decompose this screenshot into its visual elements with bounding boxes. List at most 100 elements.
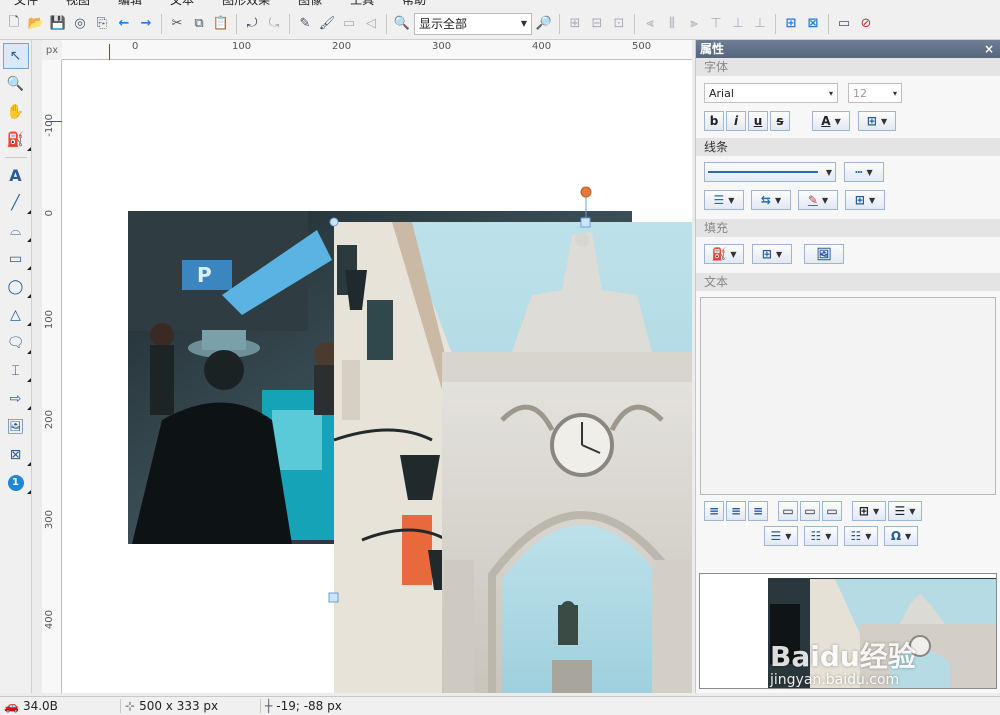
flip-back-icon[interactable]: ⤿ xyxy=(264,14,284,34)
resize-handle-left[interactable] xyxy=(328,592,339,603)
numbered-list-button[interactable]: ☷ ▼ xyxy=(844,526,878,546)
underline-button[interactable]: u xyxy=(748,111,768,131)
text-editor-area[interactable] xyxy=(700,297,996,495)
align-right-icon[interactable]: ⫸ xyxy=(684,14,704,34)
polygon-tool-icon[interactable]: ⌓ xyxy=(3,218,31,244)
align-right-icon[interactable]: ≡ xyxy=(748,501,768,521)
valign-bottom-icon[interactable]: ▭ xyxy=(822,501,842,521)
redo-icon[interactable]: → xyxy=(136,14,156,34)
menu-help[interactable]: 帮助 xyxy=(388,0,440,8)
text-tool-icon[interactable]: A xyxy=(3,162,29,188)
menu-tools[interactable]: 工具 xyxy=(336,0,388,8)
brush-icon[interactable]: 🖌 xyxy=(317,14,337,34)
line-tool-icon[interactable]: ╱ xyxy=(3,190,31,216)
fill-image-button[interactable]: 🖼 xyxy=(804,244,844,264)
zoom-tool-icon[interactable]: 🔍 xyxy=(3,71,29,97)
ruler-mark: -100 xyxy=(44,114,55,137)
line-style-select[interactable]: ▼ xyxy=(704,162,836,182)
arrow-tool-icon[interactable]: ⇨ xyxy=(3,386,31,412)
font-size-select[interactable]: 12 ▾ xyxy=(848,83,902,103)
paste-icon[interactable]: 📋 xyxy=(211,14,231,34)
align-left-icon[interactable]: ≡ xyxy=(704,501,724,521)
line-color-button[interactable]: ✎ ▼ xyxy=(798,190,838,210)
new-file-icon[interactable]: 🗋 xyxy=(4,14,24,34)
hand-tool-icon[interactable]: ✋ xyxy=(3,99,29,125)
export-icon[interactable]: ⎘ xyxy=(92,14,112,34)
menu-edit[interactable]: 编辑 xyxy=(104,0,156,8)
corner-handle[interactable] xyxy=(329,217,339,227)
pointer-tool-icon[interactable]: ↖ xyxy=(2,43,29,69)
image-tool-icon[interactable]: 🖼 xyxy=(3,414,29,440)
fill-pattern-button[interactable]: ⊞ ▼ xyxy=(752,244,792,264)
indent-button[interactable]: ☰ ▼ xyxy=(764,526,798,546)
valign-top-icon[interactable]: ▭ xyxy=(778,501,798,521)
strike-button[interactable]: s xyxy=(770,111,790,131)
screen-icon[interactable]: ▭ xyxy=(834,14,854,34)
symbol-button[interactable]: Ω ▼ xyxy=(884,526,918,546)
line-spacing-button[interactable]: ☰ ▼ xyxy=(888,501,922,521)
delete-screen-icon[interactable]: ⊘ xyxy=(856,14,876,34)
chevron-down-icon: ▼ xyxy=(905,531,912,541)
table-button[interactable]: ⊞ ▼ xyxy=(852,501,886,521)
undo-icon[interactable]: ← xyxy=(114,14,134,34)
menu-view[interactable]: 视图 xyxy=(52,0,104,8)
close-icon[interactable]: × xyxy=(984,40,994,58)
flip-icon[interactable]: ⤾ xyxy=(242,14,262,34)
status-dimensions: ⊹ 500 x 333 px xyxy=(120,699,260,713)
edit-icon[interactable]: ✎ xyxy=(295,14,315,34)
align-left-icon[interactable]: ⫷ xyxy=(640,14,660,34)
align-center-icon[interactable]: ≡ xyxy=(726,501,746,521)
zoom-out-icon[interactable]: 🔍 xyxy=(392,14,412,34)
open-folder-icon[interactable]: 📂 xyxy=(26,14,46,34)
copy-icon[interactable]: ⧉ xyxy=(189,14,209,34)
callout-tool-icon[interactable]: 🗨 xyxy=(3,330,31,356)
arrow-style-button[interactable]: ⇆ ▼ xyxy=(751,190,791,210)
photo-arch[interactable] xyxy=(333,222,692,693)
align-bottom-icon[interactable]: ⊥ xyxy=(750,14,770,34)
valign-middle-icon[interactable]: ▭ xyxy=(800,501,820,521)
eraser-icon[interactable]: ▭ xyxy=(339,14,359,34)
line-weight-button[interactable]: ☰ ▼ xyxy=(704,190,744,210)
ruler-mark: 400 xyxy=(532,41,552,52)
align-middle-icon[interactable]: ⊥ xyxy=(728,14,748,34)
ungroup-icon[interactable]: ⊟ xyxy=(587,14,607,34)
drawing-canvas[interactable]: P xyxy=(62,60,692,693)
align-center-icon[interactable]: ⫼ xyxy=(662,14,682,34)
save-icon[interactable]: 💾 xyxy=(48,14,68,34)
align-top-icon[interactable]: ⊤ xyxy=(706,14,726,34)
dimension-tool-icon[interactable]: ⌶ xyxy=(3,358,31,384)
zoom-in-icon[interactable]: 🔎 xyxy=(534,14,554,34)
ellipse-tool-icon[interactable]: ◯ xyxy=(3,274,31,300)
group-icon[interactable]: ⊞ xyxy=(565,14,585,34)
text-background-button[interactable]: ⊞ ▼ xyxy=(858,111,896,131)
shape-icon[interactable]: ◁ xyxy=(361,14,381,34)
fill-color-button[interactable]: ⛽ ▼ xyxy=(704,244,744,264)
italic-button[interactable]: i xyxy=(726,111,746,131)
submenu-indicator xyxy=(26,322,31,326)
resize-handle-top[interactable] xyxy=(580,217,591,228)
triangle-tool-icon[interactable]: △ xyxy=(3,302,31,328)
arrange-icon[interactable]: ⊡ xyxy=(609,14,629,34)
menu-file[interactable]: 文件 xyxy=(0,0,52,8)
menu-effects[interactable]: 图形效果 xyxy=(208,0,284,8)
menu-image[interactable]: 图像 xyxy=(284,0,336,8)
chevron-down-icon: ▼ xyxy=(821,195,829,205)
bold-button[interactable]: b xyxy=(704,111,724,131)
rotate-handle[interactable] xyxy=(580,186,592,198)
font-color-button[interactable]: A ▼ xyxy=(812,111,850,131)
bullet-list-button[interactable]: ☷ ▼ xyxy=(804,526,838,546)
cut-icon[interactable]: ✂ xyxy=(167,14,187,34)
ruler-mark: 0 xyxy=(132,41,139,52)
menu-text[interactable]: 文本 xyxy=(156,0,208,8)
web-icon[interactable]: ◎ xyxy=(70,14,90,34)
number-tool-icon[interactable]: 1 xyxy=(3,470,31,496)
border-button[interactable]: ⊞ ▼ xyxy=(845,190,885,210)
dash-style-button[interactable]: ┅ ▼ xyxy=(844,162,884,182)
fill-tool-icon[interactable]: ⛽ xyxy=(3,127,31,153)
rectangle-tool-icon[interactable]: ▭ xyxy=(3,246,31,272)
font-family-select[interactable]: Arial ▾ xyxy=(704,83,838,103)
zoom-select[interactable]: 显示全部 ▼ xyxy=(414,12,532,35)
snap-icon[interactable]: ⊠ xyxy=(803,14,823,34)
grid-icon[interactable]: ⊞ xyxy=(781,14,801,34)
placeholder-tool-icon[interactable]: ⊠ xyxy=(3,442,31,468)
